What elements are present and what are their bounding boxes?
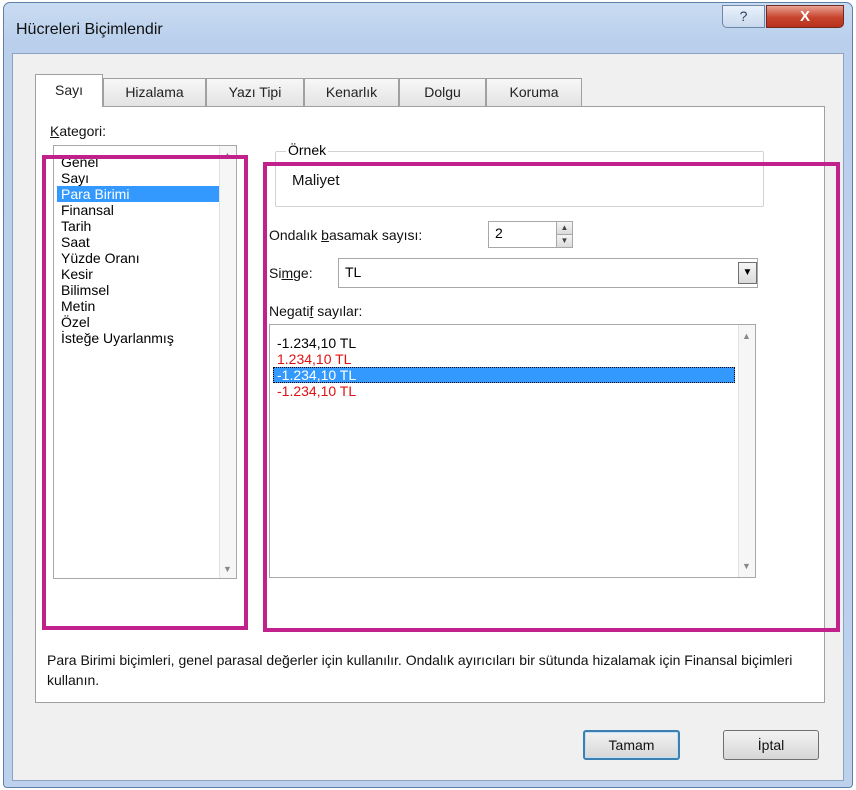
tab-yazi-tipi[interactable]: Yazı Tipi: [206, 78, 304, 106]
help-icon: ?: [739, 8, 748, 24]
tab-kenarlik[interactable]: Kenarlık: [304, 78, 399, 106]
tab-hizalama[interactable]: Hizalama: [103, 78, 206, 106]
title-bar[interactable]: Hücreleri Biçimlendir ? X: [4, 3, 852, 53]
dialog-title: Hücreleri Biçimlendir: [16, 21, 163, 38]
close-button[interactable]: X: [766, 5, 844, 28]
tab-sayi[interactable]: Sayı: [35, 74, 103, 107]
cancel-button[interactable]: İptal: [723, 730, 819, 760]
tab-dolgu[interactable]: Dolgu: [399, 78, 486, 106]
category-highlight-frame: [42, 155, 248, 630]
close-icon: X: [799, 8, 810, 25]
format-description: Para Birimi biçimleri, genel parasal değ…: [47, 652, 793, 688]
help-button[interactable]: ?: [722, 5, 765, 28]
sample-title: Örnek: [286, 142, 329, 158]
ok-button[interactable]: Tamam: [583, 730, 680, 760]
tab-koruma[interactable]: Koruma: [486, 78, 582, 106]
category-label: Kategori:: [50, 123, 107, 139]
dialog-client-area: Sayı Hizalama Yazı Tipi Kenarlık Dolgu K…: [12, 53, 844, 781]
format-cells-dialog: Hücreleri Biçimlendir ? X Sayı Hizalama …: [3, 2, 853, 788]
number-tab-panel: Kategori: Genel Sayı Para Birimi Finansa…: [35, 106, 840, 703]
options-highlight-frame: [263, 162, 840, 632]
